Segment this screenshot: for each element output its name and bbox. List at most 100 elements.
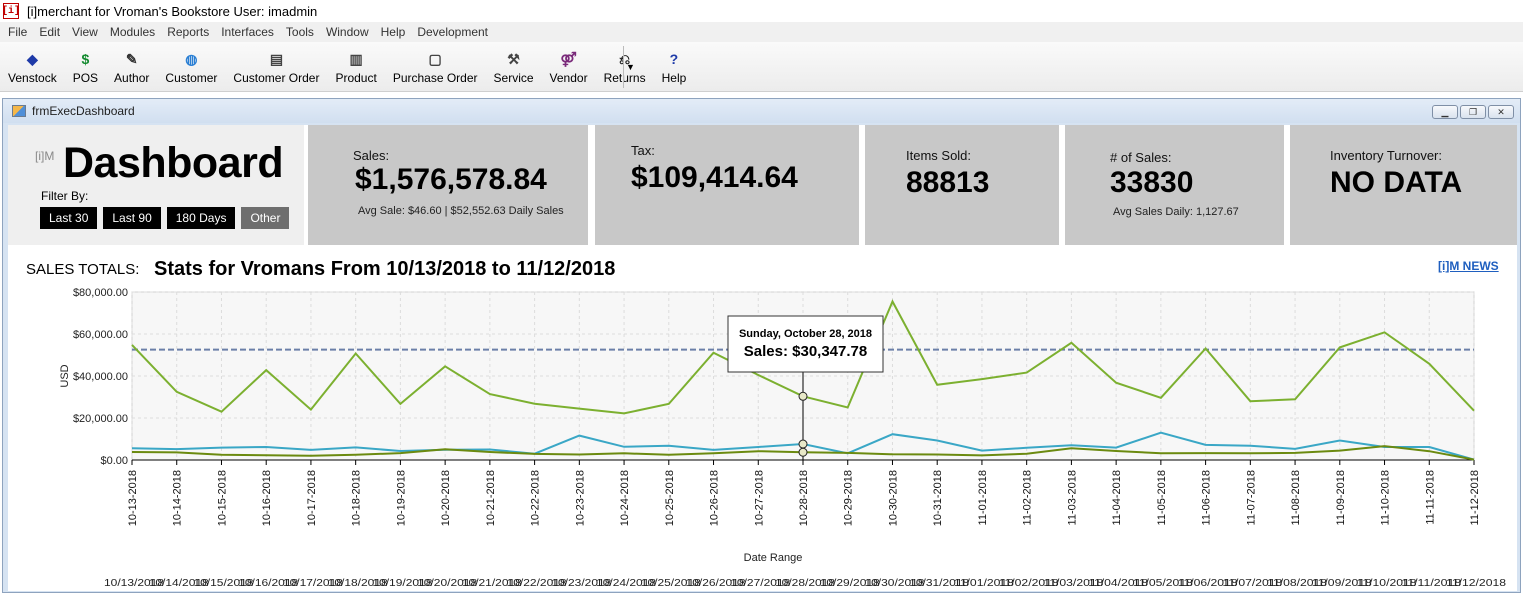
x-tick-label: 10-25-2018 [664,470,676,526]
filter-last-30-button[interactable]: Last 30 [40,207,98,229]
register-icon: ▤ [269,50,284,67]
kpi-inventory-turnover: Inventory Turnover: NO DATA [1290,125,1517,245]
vendor-icon: ⚤ [560,50,577,67]
menu-item-help[interactable]: Help [375,25,412,39]
x-tick-label: 11-05-2018 [1156,470,1168,525]
kpi-items-sold: Items Sold: 88813 [865,125,1059,245]
menu-bar: File Edit View Modules Reports Interfaces Tool… [0,22,1523,42]
toolbar-overflow-button[interactable]: ▼ [623,46,637,88]
kpi-sales: Sales: $1,576,578.84 Avg Sale: $46.60 | … [308,125,588,245]
toolbar-label: Service [493,71,534,85]
toolbar-author-button[interactable]: ✎ Author [106,44,157,90]
wrench-icon: ⚒ [507,50,520,67]
menu-item-reports[interactable]: Reports [161,25,215,39]
menu-item-file[interactable]: File [2,25,33,39]
child-window-title: frmExecDashboard [32,104,135,118]
dashboard-content: [i]M Dashboard Filter By: Last 30 Last 9… [8,125,1517,591]
x-tick-label: 11-02-2018 [1022,470,1034,525]
kpi-tax-value: $109,414.64 [631,161,798,194]
tooltip-value: Sales: $30,347.78 [744,343,867,360]
toolbar-purchase-order-button[interactable]: ▢ Purchase Order [385,44,486,90]
toolbar-help-button[interactable]: ? Help [654,44,695,90]
toolbar-label: Vendor [549,71,588,85]
toolbar-label: Venstock [8,71,57,85]
x-tick-label: 11-06-2018 [1201,470,1213,525]
toolbar-venstock-button[interactable]: ◆ Venstock [0,44,65,90]
help-icon: ? [669,51,679,67]
kpi-sales-label: Sales: [353,148,390,163]
dashboard-header: [i]M Dashboard Filter By: Last 30 Last 9… [8,125,306,245]
filter-180-days-button[interactable]: 180 Days [166,207,236,229]
y-tick-label: $40,000.00 [73,371,128,383]
window-title: [i]merchant for Vroman's Bookstore User:… [27,3,318,19]
menu-item-view[interactable]: View [66,25,104,39]
toolbar-service-button[interactable]: ⚒ Service [486,44,542,90]
toolbar: ◆ Venstock $ POS ✎ Author ◍ Customer ▤ Customer O… [0,42,1523,92]
restore-button[interactable]: ❐ [1460,105,1486,119]
toolbar-customer-order-button[interactable]: ▤ Customer Order [225,44,327,90]
kpi-items-sold-value: 88813 [906,166,990,199]
toolbar-label: Product [335,71,377,85]
x-tick-label: 11-04-2018 [1111,470,1123,525]
filter-other-button[interactable]: Other [241,207,290,229]
kpi-sales-value: $1,576,578.84 [355,163,547,196]
menu-item-interfaces[interactable]: Interfaces [215,25,280,39]
x-tick-label: 11-09-2018 [1335,470,1347,525]
x-tick-label: 10-30-2018 [887,470,899,526]
menu-item-edit[interactable]: Edit [33,25,66,39]
x-tick-label: 10-23-2018 [574,470,586,526]
menu-item-window[interactable]: Window [320,25,375,39]
x-tick-label: 11-11-2018 [1424,470,1436,525]
toolbar-label: Author [114,71,150,85]
toolbar-product-button[interactable]: ▥ Product [327,44,384,90]
x-tick-label: 10-19-2018 [395,470,407,526]
x-tick-label: 10-20-2018 [440,470,452,526]
overlapping-date-label: 11/12/2018 [1446,578,1507,589]
y-tick-label: $0.00 [100,455,128,467]
app-logo-icon: [i] [2,3,20,19]
x-tick-label: 10-15-2018 [216,470,228,526]
x-tick-label: 10-27-2018 [753,470,765,526]
menu-item-modules[interactable]: Modules [104,25,161,39]
x-tick-label: 11-07-2018 [1245,470,1257,525]
sales-chart[interactable]: $0.00 $20,000.00 $40,000.00 $60,000.00 $80,0… [8,275,1517,591]
x-tick-label: 11-03-2018 [1066,470,1078,525]
minimize-button[interactable]: ▁ [1432,105,1458,119]
menu-item-tools[interactable]: Tools [280,25,320,39]
kpi-inventory-turnover-value: NO DATA [1330,166,1463,199]
diamond-icon: ◆ [26,50,38,67]
menu-item-development[interactable]: Development [411,25,494,39]
product-icon: ▥ [349,50,363,67]
toolbar-label: Customer [165,71,218,85]
im-news-link[interactable]: [i]M NEWS [1438,259,1499,273]
x-tick-label: 11-12-2018 [1469,470,1481,525]
toolbar-customer-button[interactable]: ◍ Customer [157,44,225,90]
im-logo: [i]M [35,149,55,163]
x-axis-label: Date Range [744,552,803,564]
x-tick-label: 10-31-2018 [932,470,944,526]
kpi-number-of-sales-sub: Avg Sales Daily: 1,127.67 [1113,206,1239,218]
data-point-marker[interactable] [798,391,808,401]
filter-last-90-button[interactable]: Last 90 [103,207,161,229]
dollar-icon: $ [81,51,90,67]
x-tick-label: 11-08-2018 [1290,470,1302,525]
data-point-marker[interactable] [798,439,808,449]
kpi-items-sold-label: Items Sold: [906,148,972,163]
close-button[interactable]: ✕ [1488,105,1514,119]
x-tick-label: 11-01-2018 [977,470,989,525]
data-point-marker[interactable] [798,447,808,457]
y-tick-label: $60,000.00 [73,329,128,341]
x-tick-label: 10-16-2018 [261,470,273,526]
child-title-bar: frmExecDashboard ▁ ❐ ✕ [3,99,1520,123]
kpi-tax-label: Tax: [631,143,655,158]
dashboard-window: frmExecDashboard ▁ ❐ ✕ [i]M Dashboard Fi… [2,98,1521,593]
kpi-sales-sub: Avg Sale: $46.60 | $52,552.63 Daily Sale… [358,205,564,217]
x-tick-label: 10-29-2018 [843,470,855,526]
y-axis-label: USD [59,364,71,387]
toolbar-vendor-button[interactable]: ⚤ Vendor [542,44,596,90]
x-tick-label: 10-17-2018 [306,470,318,526]
toolbar-pos-button[interactable]: $ POS [65,44,106,90]
x-tick-label: 10-22-2018 [530,470,542,526]
y-tick-label: $20,000.00 [73,413,128,425]
y-tick-label: $80,000.00 [73,287,128,299]
